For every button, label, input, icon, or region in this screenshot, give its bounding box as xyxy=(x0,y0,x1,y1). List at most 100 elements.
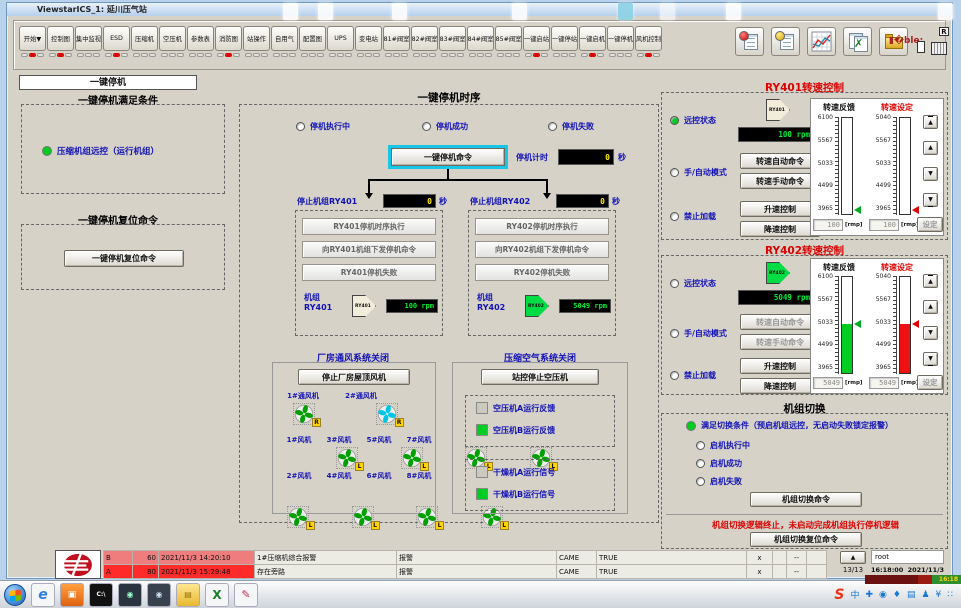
set-value-input[interactable] xyxy=(869,219,899,231)
ry402-manual-command-button[interactable]: 转速手动命令 xyxy=(740,334,820,350)
set-button[interactable]: 设定 xyxy=(917,375,943,390)
tab-onekey-start-unit[interactable]: 一键启机 xyxy=(579,26,606,57)
radio-start-fail[interactable]: 启机失败 xyxy=(696,476,742,487)
tab-station-ops[interactable]: 站操作 xyxy=(243,26,270,57)
tab-onekey-start-station[interactable]: 一键启站 xyxy=(523,26,550,57)
tab-valve-83[interactable]: 83#阀室 xyxy=(439,26,466,57)
tab-substation[interactable]: 变电站 xyxy=(355,26,382,57)
radio-shutdown-success[interactable]: 停机成功 xyxy=(422,121,468,132)
set-button[interactable]: 设定 xyxy=(917,217,943,232)
ry402-speed-down-button[interactable]: 降速控制 xyxy=(740,378,820,394)
ry401-mode-radio[interactable]: 手/自动模式 xyxy=(670,167,727,178)
window-titlebar[interactable]: ViewstarICS_1: 延川压气站 xyxy=(7,3,952,16)
tray-icon[interactable]: ¥ xyxy=(936,590,942,600)
ie-icon[interactable]: e xyxy=(31,583,55,607)
alarm-scroll-up-button[interactable]: ▲ xyxy=(840,551,866,564)
unit-switch-command-button[interactable]: 机组切换命令 xyxy=(750,492,862,507)
feedback-value-input[interactable] xyxy=(813,377,843,389)
stop-roof-fans-button[interactable]: 停止厂房屋顶风机 xyxy=(298,369,410,385)
app-icon-2[interactable]: ◉ xyxy=(147,583,171,607)
ry401-manual-command-button[interactable]: 转速手动命令 xyxy=(740,173,820,189)
tab-valve-81[interactable]: 81#阀室 xyxy=(383,26,410,57)
ry402-remote-status[interactable]: 远控状态 xyxy=(670,278,716,289)
fan-3-icon[interactable]: L xyxy=(401,447,423,469)
event-list-icon[interactable] xyxy=(771,27,800,56)
tab-air-compressor[interactable]: 空压机 xyxy=(159,26,186,57)
alarm-row[interactable]: A 80 2021/11/3 15:29:48 存在旁路 报警 CAME TRU… xyxy=(103,564,827,579)
tab-fire-map[interactable]: 消防图 xyxy=(215,26,242,57)
tab-parameters[interactable]: 参数表 xyxy=(187,26,214,57)
tray-icon[interactable]: ♟ xyxy=(921,590,929,600)
radio-shutdown-executing[interactable]: 停机执行中 xyxy=(296,121,350,132)
fan-1-icon[interactable]: L xyxy=(336,447,358,469)
tab-start[interactable]: 开始▼ xyxy=(19,26,46,57)
tab-compressor[interactable]: 压缩机 xyxy=(131,26,158,57)
archive-folder-icon[interactable]: ▮�ble; xyxy=(879,27,908,56)
radio-shutdown-fail[interactable]: 停机失败 xyxy=(548,121,594,132)
ry402-auto-command-button[interactable]: 转速自动命令 xyxy=(740,314,820,330)
spin-up-button[interactable]: ▲ xyxy=(923,141,938,155)
tab-self-gas[interactable]: 自用气 xyxy=(271,26,298,57)
ry402-mode-radio[interactable]: 手/自动模式 xyxy=(670,328,727,339)
radio-start-success[interactable]: 启机成功 xyxy=(696,458,742,469)
stop-air-compressor-button[interactable]: 站控停止空压机 xyxy=(481,369,599,385)
unit-switch-reset-button[interactable]: 机组切换复位命令 xyxy=(750,532,862,547)
feedback-value-input[interactable] xyxy=(813,219,843,231)
ime-lang-icon[interactable]: 中 xyxy=(850,588,859,601)
spin-down-button[interactable]: ▼ xyxy=(923,167,938,181)
start-button[interactable] xyxy=(4,584,26,606)
ry402-speed-up-button[interactable]: 升速控制 xyxy=(740,358,820,374)
ry401-forbid-load-radio[interactable]: 禁止加载 xyxy=(670,211,716,222)
spin-up-button[interactable]: ▲ xyxy=(923,300,938,314)
folder-icon[interactable]: ▤ xyxy=(176,583,200,607)
tab-ups[interactable]: UPS xyxy=(327,26,354,57)
fan-4-icon[interactable]: L xyxy=(352,506,374,528)
tab-onekey-stop-station[interactable]: 一键停站 xyxy=(551,26,578,57)
tab-onekey-stop-unit[interactable]: 一键停机 xyxy=(607,26,634,57)
tab-valve-82[interactable]: 82#阀室 xyxy=(411,26,438,57)
report-export-icon[interactable]: ✗ xyxy=(843,27,872,56)
tray-icon[interactable]: ∷ xyxy=(947,590,953,600)
sogou-icon[interactable]: S xyxy=(834,587,844,603)
compressor-icon[interactable]: RY402 xyxy=(525,295,549,317)
spin-top-button[interactable]: ▲ xyxy=(923,274,938,288)
paint-icon[interactable]: ✎ xyxy=(234,583,258,607)
cmd-icon[interactable]: C:\ xyxy=(89,583,113,607)
onekey-shutdown-command-button[interactable]: 一键停机命令 xyxy=(391,148,505,166)
vmware-icon[interactable]: ▣ xyxy=(60,583,84,607)
radio-start-executing[interactable]: 启机执行中 xyxy=(696,440,750,451)
tray-icon[interactable]: ♦ xyxy=(893,590,901,600)
shutdown-reset-button[interactable]: 一键停机复位命令 xyxy=(64,250,184,267)
ry401-speed-down-button[interactable]: 降速控制 xyxy=(740,221,820,237)
tray-icon[interactable]: ▤ xyxy=(907,590,916,600)
compressor-icon[interactable]: RY401 xyxy=(352,295,376,317)
tray-icon[interactable]: ✚ xyxy=(865,590,873,600)
spin-down-button[interactable]: ▼ xyxy=(923,326,938,340)
set-value-input[interactable] xyxy=(869,377,899,389)
app-icon-1[interactable]: ◉ xyxy=(118,583,142,607)
ry401-remote-status[interactable]: 远控状态 xyxy=(670,115,716,126)
tab-central-monitor[interactable]: 集中监视 xyxy=(75,26,102,57)
ry401-speed-up-button[interactable]: 升速控制 xyxy=(740,201,820,217)
tab-valve-84[interactable]: 84#阀室 xyxy=(467,26,494,57)
roof-fan-2-icon[interactable]: R xyxy=(376,403,398,425)
tray-icon[interactable]: ◉ xyxy=(879,590,887,600)
tab-config-map[interactable]: 配置图 xyxy=(299,26,326,57)
spin-bottom-button[interactable]: ▼ xyxy=(923,193,938,207)
logout-icon[interactable]: R xyxy=(915,27,949,57)
ry401-auto-command-button[interactable]: 转速自动命令 xyxy=(740,153,820,169)
trend-chart-icon[interactable] xyxy=(807,27,836,56)
alarm-row[interactable]: B 60 2021/11/3 14:20:10 1#压缩机综合报警 报警 CAM… xyxy=(103,550,827,565)
roof-fan-1-icon[interactable]: R xyxy=(293,403,315,425)
fan-6-icon[interactable]: L xyxy=(416,506,438,528)
tab-esd[interactable]: ESD xyxy=(103,26,130,57)
tab-valve-85[interactable]: 85#阀室 xyxy=(495,26,522,57)
spin-bottom-button[interactable]: ▼ xyxy=(923,352,938,366)
spin-top-button[interactable]: ▲ xyxy=(923,115,938,129)
fan-2-icon[interactable]: L xyxy=(287,506,309,528)
tab-fan-control[interactable]: 风机控制 xyxy=(635,26,662,57)
ry402-forbid-load-radio[interactable]: 禁止加载 xyxy=(670,370,716,381)
excel-icon[interactable]: X xyxy=(205,583,229,607)
tab-control-map[interactable]: 控制图 xyxy=(47,26,74,57)
alarm-list-icon[interactable] xyxy=(735,27,764,56)
